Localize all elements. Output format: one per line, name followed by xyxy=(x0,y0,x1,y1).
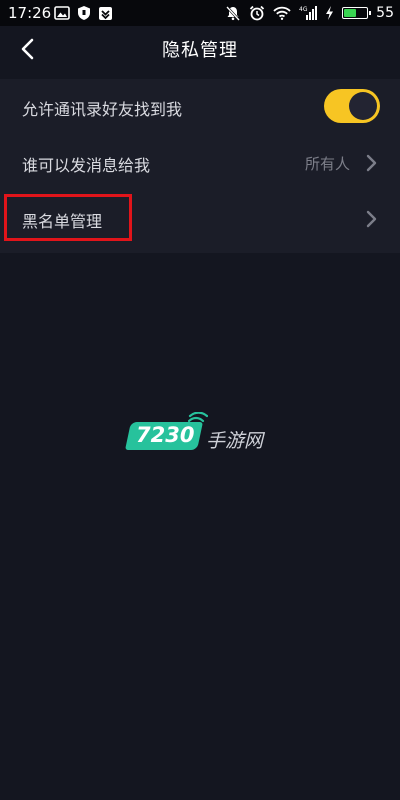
battery-tip xyxy=(369,11,372,15)
contacts-find-me-toggle[interactable] xyxy=(324,89,380,123)
alarm-icon xyxy=(250,5,265,21)
battery-icon xyxy=(342,7,372,19)
watermark-logo: 7230 手游网 xyxy=(125,412,278,452)
status-right-icons: 4G 55 xyxy=(225,4,394,22)
screen: 17:26 4G 55 隐私管理 允许通讯录好友找到我 谁可以发消息给我 所有人… xyxy=(0,0,400,800)
watermark-number: 7230 xyxy=(136,423,195,447)
setting-label: 谁可以发消息给我 xyxy=(22,156,151,175)
charging-icon xyxy=(326,6,334,20)
network-label: 4G xyxy=(299,6,308,13)
download-box-icon xyxy=(99,6,112,20)
status-bar: 17:26 4G 55 xyxy=(0,0,400,26)
header: 隐私管理 xyxy=(0,26,400,72)
wifi-icon xyxy=(273,6,291,20)
mute-icon xyxy=(226,6,241,21)
status-time: 17:26 xyxy=(8,4,52,22)
page-title: 隐私管理 xyxy=(162,40,238,61)
chevron-right-icon xyxy=(366,154,377,172)
chevron-right-icon xyxy=(366,210,377,228)
setting-contacts-find-me: 允许通讯录好友找到我 xyxy=(0,79,400,135)
status-left-icons xyxy=(54,5,113,21)
signal-waves-icon xyxy=(188,412,208,427)
highlight-box xyxy=(4,194,132,241)
setting-who-can-message[interactable]: 谁可以发消息给我 所有人 xyxy=(0,135,400,191)
image-icon xyxy=(54,6,70,20)
toggle-knob xyxy=(349,92,377,120)
cell-signal-icon: 4G xyxy=(299,6,318,20)
battery-level: 55 xyxy=(376,5,394,21)
watermark-text: 手游网 xyxy=(206,430,264,452)
setting-value: 所有人 xyxy=(304,155,350,173)
shield-icon xyxy=(78,6,90,20)
battery-fill xyxy=(344,9,357,17)
setting-label: 允许通讯录好友找到我 xyxy=(22,100,183,119)
